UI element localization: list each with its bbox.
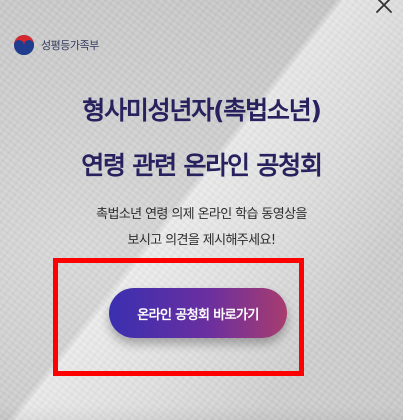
popup-banner: 성평등가족부 형사미성년자(촉법소년) 연령 관련 온라인 공청회 촉법소년 연…	[0, 0, 403, 420]
description-line-1: 촉법소년 연령 의제 온라인 학습 동영상을	[96, 207, 307, 222]
taegeuk-emblem-icon	[14, 35, 34, 55]
highlight-frame	[53, 258, 304, 376]
close-button[interactable]	[373, 0, 395, 16]
headline-line-2: 연령 관련 온라인 공청회	[81, 151, 323, 180]
description-line-2: 보시고 의견을 제시해주세요!	[127, 233, 277, 248]
close-icon	[376, 0, 392, 13]
ministry-logo: 성평등가족부	[13, 34, 99, 56]
headline-line-1: 형사미성년자(촉법소년)	[82, 96, 322, 125]
bottom-edge	[0, 405, 403, 420]
ministry-name: 성평등가족부	[41, 39, 99, 52]
